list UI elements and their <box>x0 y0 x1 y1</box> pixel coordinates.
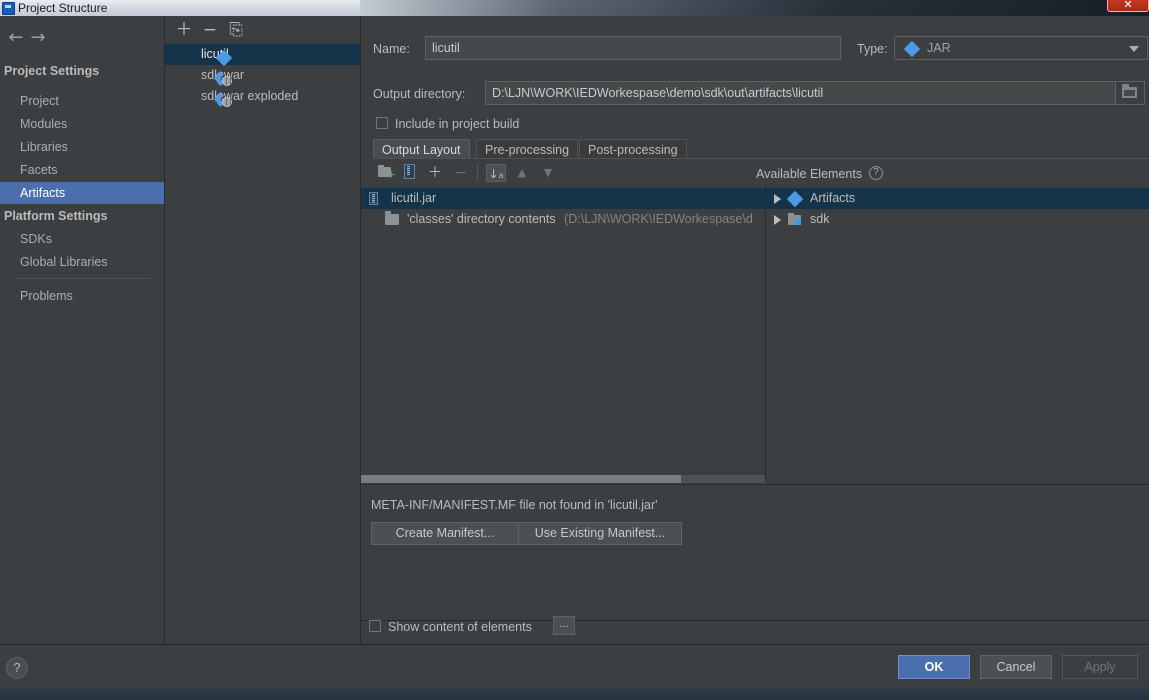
output-directory-label: Output directory: <box>373 87 466 101</box>
tab-post-processing[interactable]: Post-processing <box>579 139 687 159</box>
type-value: JAR <box>927 41 951 55</box>
include-in-build-checkbox[interactable] <box>376 117 388 129</box>
add-archive-button[interactable] <box>399 164 419 182</box>
row-detail: (D:\LJN\WORK\IEDWorkespase\d <box>564 212 753 226</box>
tab-output-layout[interactable]: Output Layout <box>373 139 470 159</box>
available-elements-label: Available Elements <box>756 167 863 181</box>
show-content-label: Show content of elements <box>388 620 532 634</box>
artifact-list-item-sdk-war-exploded[interactable]: sdk:war exploded <box>165 86 360 108</box>
remove-element-button[interactable]: − <box>451 164 471 182</box>
type-select[interactable]: JAR <box>894 36 1148 60</box>
trees-bottom-divider <box>361 484 1149 485</box>
output-layout-row-classes-directory[interactable]: 'classes' directory contents (D:\LJN\WOR… <box>361 209 773 230</box>
use-existing-manifest-button[interactable]: Use Existing Manifest... <box>518 522 682 545</box>
back-arrow-icon[interactable]: ← <box>4 28 28 48</box>
close-glyph: ✕ <box>1123 0 1133 11</box>
output-layout-toolbar: + ＋ − ↓a ▲ ▼ <box>373 162 753 184</box>
module-icon <box>788 213 802 225</box>
sidebar-item-facets[interactable]: Facets <box>0 159 164 181</box>
cancel-button[interactable]: Cancel <box>980 655 1052 679</box>
output-directory-input[interactable]: D:\LJN\WORK\IEDWorkespase\demo\sdk\out\a… <box>485 81 1119 105</box>
show-content-more-button[interactable]: ... <box>553 616 575 635</box>
chevron-down-icon <box>1129 46 1139 52</box>
sidebar-group-project-settings: Project Settings <box>4 64 100 78</box>
row-label: licutil.jar <box>391 191 437 205</box>
sidebar-item-global-libraries[interactable]: Global Libraries <box>0 251 164 273</box>
include-in-build-text: Include in project build <box>395 117 520 131</box>
project-structure-window: Project Structure ✕ ← → Project Settings… <box>0 0 1149 687</box>
sidebar-item-problems[interactable]: Problems <box>0 285 164 307</box>
browse-output-directory-button[interactable] <box>1115 81 1145 105</box>
artifact-list-item-licutil[interactable]: licutil <box>165 44 360 67</box>
row-label: 'classes' directory contents <box>407 212 556 226</box>
jar-artifact-icon <box>903 40 921 58</box>
artifact-list-item-sdk-war[interactable]: sdk:war <box>165 65 360 87</box>
use-existing-manifest-label: Use Existing Manifest... <box>534 526 666 540</box>
move-down-button[interactable]: ▼ <box>538 164 558 182</box>
available-element-row-sdk[interactable]: sdk <box>766 209 1149 230</box>
add-directory-button[interactable]: + <box>375 164 396 182</box>
artifact-rows: licutil sdk:war sdk:war exploded <box>165 44 360 108</box>
add-artifact-button[interactable]: ＋ <box>173 20 195 40</box>
create-manifest-label: Create Manifest... <box>395 526 495 540</box>
artifact-list-panel: ＋ − ⎘ licutil sdk:war exploded <box>165 16 361 644</box>
sidebar-item-modules[interactable]: Modules <box>0 113 164 135</box>
help-icon[interactable]: ? <box>869 166 883 180</box>
add-copy-button[interactable]: ＋ <box>425 164 445 182</box>
dialog-footer: ? OK Cancel Apply <box>0 644 1149 687</box>
include-in-build-label: Include in project build <box>395 116 519 132</box>
sidebar-divider <box>16 278 150 279</box>
sidebar-nav: ← → <box>0 24 164 52</box>
desktop-taskbar-strip <box>0 686 1149 700</box>
app-icon <box>2 2 15 15</box>
tabs-underline <box>373 158 1149 159</box>
remove-artifact-button[interactable]: − <box>199 20 221 40</box>
tab-pre-processing[interactable]: Pre-processing <box>476 139 579 159</box>
row-label: sdk <box>810 212 830 226</box>
toolbar-divider <box>477 165 478 181</box>
window-titlebar: Project Structure <box>0 0 1149 16</box>
screen: Project Structure ✕ ← → Project Settings… <box>0 0 1149 700</box>
name-input[interactable]: licutil <box>425 36 841 60</box>
create-manifest-button[interactable]: Create Manifest... <box>371 522 519 545</box>
sidebar-item-artifacts[interactable]: Artifacts <box>0 182 164 204</box>
apply-button[interactable]: Apply <box>1062 655 1138 679</box>
jar-artifact-icon <box>786 190 804 208</box>
output-layout-row-licutil-jar[interactable]: licutil.jar <box>361 188 773 209</box>
forward-arrow-icon[interactable]: → <box>26 28 50 48</box>
settings-sidebar: ← → Project Settings Project Modules Lib… <box>0 16 165 644</box>
artifact-editor-panel: Name: licutil Type: JAR Output directory… <box>361 16 1149 644</box>
show-content-checkbox[interactable] <box>369 620 381 632</box>
close-icon[interactable]: ✕ <box>1107 0 1149 12</box>
archive-icon <box>369 192 378 205</box>
scrollbar-thumb[interactable] <box>361 475 681 483</box>
manifest-message: META-INF/MANIFEST.MF file not found in '… <box>371 498 658 512</box>
titlebar-gradient <box>360 0 1149 16</box>
sort-button[interactable]: ↓a <box>486 164 506 182</box>
chevron-right-icon <box>774 194 781 204</box>
help-button[interactable]: ? <box>6 657 28 679</box>
available-element-row-artifacts[interactable]: Artifacts <box>766 188 1149 209</box>
chevron-right-icon <box>774 215 781 225</box>
sidebar-item-sdks[interactable]: SDKs <box>0 228 164 250</box>
more-label: ... <box>559 618 569 630</box>
move-up-button[interactable]: ▲ <box>512 164 532 182</box>
type-label: Type: <box>857 42 888 56</box>
folder-icon <box>1122 84 1137 98</box>
ok-button[interactable]: OK <box>898 655 970 679</box>
name-label: Name: <box>373 42 410 56</box>
artifact-list-toolbar: ＋ − ⎘ <box>165 16 360 44</box>
layout-tree-hscrollbar[interactable] <box>361 475 765 483</box>
sidebar-item-libraries[interactable]: Libraries <box>0 136 164 158</box>
window-title: Project Structure <box>18 1 108 15</box>
folder-icon <box>385 211 399 225</box>
sidebar-group-platform-settings: Platform Settings <box>4 209 108 223</box>
sidebar-item-project[interactable]: Project <box>0 90 164 112</box>
copy-artifact-button[interactable]: ⎘ <box>225 20 247 40</box>
row-label: Artifacts <box>810 191 856 205</box>
